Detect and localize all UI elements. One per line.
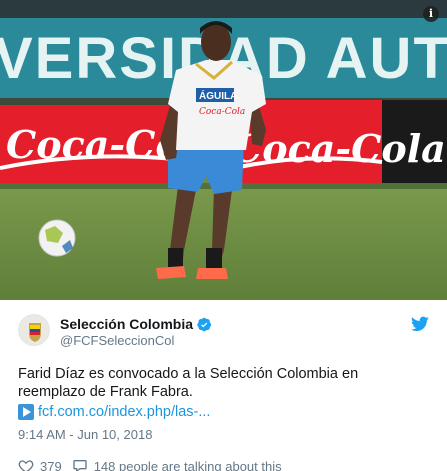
tweet-actions: 379 148 people are talking about this: [18, 457, 429, 471]
speech-bubble-icon: [73, 460, 87, 471]
reply-talking-link[interactable]: 148 people are talking about this: [72, 458, 282, 471]
verified-badge-icon: [197, 317, 212, 331]
avatar[interactable]: [18, 314, 50, 346]
link-arrow-icon: [18, 404, 34, 420]
author-names: Selección Colombia @FCFSeleccionCol: [60, 316, 212, 349]
info-icon[interactable]: i: [423, 6, 439, 22]
soccer-ball: [38, 219, 76, 257]
twitter-bird-icon[interactable]: [411, 316, 429, 332]
tweet-link-row[interactable]: fcf.com.co/index.php/las-...: [18, 403, 429, 421]
tweet-header: Selección Colombia @FCFSeleccionCol: [18, 314, 429, 348]
timestamp[interactable]: 9:14 AM - Jun 10, 2018: [18, 427, 429, 443]
jersey-sub: Coca-Cola: [199, 107, 245, 117]
photo-scene: VERSIDAD AUTON Coca-Cola Coca-Cola: [0, 0, 447, 300]
jersey-sponsor: ÁGUILA: [199, 89, 237, 102]
handle[interactable]: @FCFSeleccionCol: [60, 333, 212, 349]
tweet-photo[interactable]: VERSIDAD AUTON Coca-Cola Coca-Cola: [0, 0, 447, 300]
like-button[interactable]: 379: [18, 458, 62, 471]
fcf-crest-icon: [19, 315, 49, 345]
heart-icon: [18, 460, 34, 471]
talking-count: 148 people are talking about this: [93, 458, 282, 471]
tweet-text: Farid Díaz es convocado a la Selección C…: [18, 366, 359, 400]
tweet-card: Selección Colombia @FCFSeleccionCol Fari…: [0, 300, 447, 471]
tweet-link[interactable]: fcf.com.co/index.php/las-...: [38, 403, 210, 421]
like-count: 379: [40, 458, 62, 471]
display-name[interactable]: Selección Colombia: [60, 316, 193, 332]
